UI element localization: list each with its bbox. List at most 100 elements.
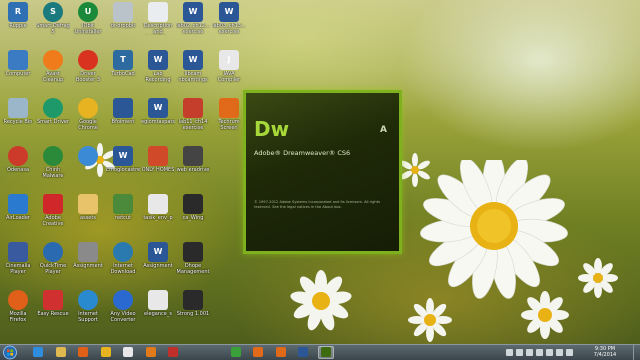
desktop-icon[interactable]: AirLoader [1,194,35,242]
desktop-icon[interactable]: Mozilla Firefox [1,290,35,338]
desktop-icon[interactable]: Assignment [71,242,105,290]
desktop-icon-label: JAVA Compiler [217,71,241,83]
app-icon [8,194,28,214]
desktop-icon[interactable]: Description and installat... [141,2,175,50]
tray-app-icon[interactable] [546,349,553,356]
splash-product-title: Adobe® Dreamweaver® CS6 [254,149,351,157]
desktop-icon[interactable] [71,146,105,194]
tray-arrow-icon[interactable] [506,349,513,356]
desktop-icon[interactable]: Techrum Screen [212,98,246,146]
desktop-icon[interactable]: Wegiomtaspats [141,98,175,146]
taskbar-app-orange-2-button[interactable] [273,346,289,359]
desktop-icon-label: QuickTime Player [39,263,67,275]
app-icon: S [43,2,63,22]
desktop-icon[interactable]: Internet Download [106,242,140,290]
network-icon[interactable] [556,349,563,356]
desktop-icon[interactable]: Dhope Management [176,242,210,290]
desktop-icon[interactable]: Wlibcam nbcamtings [176,50,210,98]
taskbar-avast-icon [145,347,156,357]
desktop-icon[interactable]: Avast Cleanup [36,50,70,98]
desktop-icon-label: Assignment [143,263,173,269]
taskbar-clock[interactable]: 9:30 PM 7/4/2014 [590,346,620,358]
desktop-icon[interactable]: WLab Recording Listing [141,50,175,98]
desktop-icon[interactable]: R Ruppie [1,2,35,50]
taskbar-app-orange-button[interactable] [250,346,266,359]
desktop-icon-label: Smart Defrag 5 [36,23,70,35]
desktop-icon-label: Avast Cleanup [42,71,64,83]
taskbar-firefox-button[interactable] [75,346,91,359]
desktop-icon[interactable]: ca_Wing [176,194,210,242]
taskbar-avast-button[interactable] [143,346,159,359]
app-icon [8,290,28,310]
desktop-icon-label: elegance_s [144,311,172,317]
app-icon [8,98,28,118]
desktop-icon-label: lab02_ch12... exercise [176,23,210,35]
desktop-icon[interactable]: netcut [106,194,140,242]
taskbar-dreamweaver-icon [320,347,331,357]
desktop-icon[interactable]: Driver Booster 3 [71,50,105,98]
taskbar-ie-icon [33,347,43,357]
desktop-icon[interactable]: Cinemalia Player [1,242,35,290]
taskbar-word-button[interactable] [295,346,311,359]
taskbar-ie-button[interactable] [30,346,46,359]
desktop-icon[interactable]: dr-dropbit [106,2,140,50]
desktop-icon[interactable]: Odenasa [1,146,35,194]
desktop-icon-label: Techrum Screen [218,119,240,131]
taskbar-chrome-button[interactable] [98,346,114,359]
app-icon: U [78,2,98,22]
volume-icon[interactable] [566,349,573,356]
desktop-icon[interactable]: W Assignment [141,242,175,290]
desktop-icon-label: ca_Wing [182,215,204,221]
desktop-icon-label: Dhope Management [176,263,210,275]
app-icon [43,290,63,310]
taskbar-explorer-button[interactable] [53,346,69,359]
taskbar-explorer-icon [55,347,66,357]
desktop-icon[interactable]: Google Chrome [71,98,105,146]
desktop-icon[interactable]: Recycle Bin [1,98,35,146]
app-icon: W [183,2,203,22]
desktop-icon[interactable]: Chinh Malware [36,146,70,194]
desktop-icon[interactable]: Smart Driver [36,98,70,146]
desktop-icon[interactable]: S Smart Defrag 5 [36,2,70,50]
desktop-icon-label: Computer [5,71,31,77]
desktop-icon[interactable]: Wlab02_ch12... exercise [176,2,210,50]
start-button[interactable] [2,345,18,360]
tray-app-icon[interactable] [516,349,523,356]
desktop-icon[interactable]: T TurboCad [106,50,140,98]
app-icon [113,98,133,118]
desktop-icon[interactable]: Internet Support [71,290,105,338]
daisy-small [290,270,352,331]
desktop-icon[interactable]: tasik_env_p [141,194,175,242]
desktop-icon[interactable]: J JAVA Compiler [212,50,246,98]
desktop-icon-label: lab03_ch13... exercise [212,23,246,35]
desktop-icon-label: IObit Uninstaller [74,23,102,35]
desktop-icon[interactable]: Any Video Converter [106,290,140,338]
desktop-icon[interactable]: Easy Rescue [36,290,70,338]
desktop-icon-label: Any Video Converter [110,311,136,323]
desktop-icon[interactable]: Bfoiment [106,98,140,146]
taskbar-media-button[interactable] [120,346,136,359]
taskbar-dreamweaver-button[interactable] [317,346,334,359]
desktop-icon[interactable]: W Emoglocastre [106,146,140,194]
desktop-icon[interactable]: Computer [1,50,35,98]
desktop-icon[interactable]: Adobe Creative [36,194,70,242]
clock-date: 7/4/2014 [593,352,617,358]
desktop-icon[interactable]: assets [71,194,105,242]
desktop-icon[interactable]: ONLY HOMES [141,146,175,194]
desktop-icon-label: Cinemalia Player [5,263,31,275]
tray-app-icon[interactable] [526,349,533,356]
desktop-icon[interactable]: Wlab03_ch13... exercise [212,2,246,50]
show-desktop-button[interactable] [633,345,640,360]
desktop-icon[interactable]: QuickTime Player [36,242,70,290]
desktop-icon[interactable]: lab11_ch14 exercise [176,98,210,146]
desktop-icon[interactable]: U IObit Uninstaller [71,2,105,50]
desktop-icon-label: Chinh Malware [42,167,64,179]
desktop-icon-label: AirLoader [6,215,30,221]
desktop-icon[interactable]: Strong 1.001 [176,290,210,338]
desktop-icon[interactable]: elegance_s [141,290,175,338]
tray-app-icon[interactable] [536,349,543,356]
taskbar-app-red-button[interactable] [165,346,181,359]
taskbar-app-green-button[interactable] [228,346,244,359]
desktop-icon[interactable]: web eradrive [176,146,210,194]
daisy-small [408,298,452,342]
